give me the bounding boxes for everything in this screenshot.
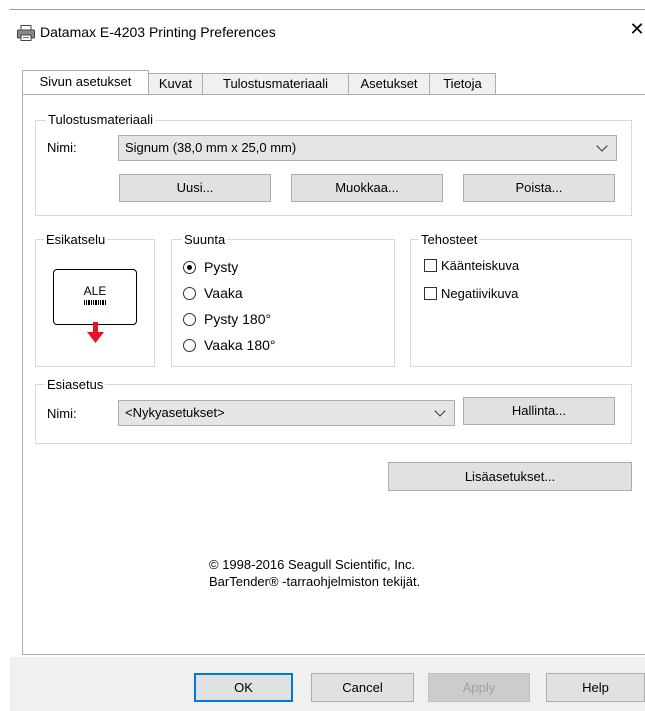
preset-name-select[interactable]: <Nykyasetukset> [118, 400, 455, 426]
apply-button[interactable]: Apply [428, 673, 530, 702]
effects-group-legend: Tehosteet [419, 232, 480, 247]
new-media-button[interactable]: Uusi... [119, 174, 271, 202]
chevron-down-icon [434, 405, 446, 417]
radio-vaaka-label[interactable]: Vaaka [204, 285, 243, 301]
barcode-icon [84, 300, 106, 305]
radio-vaaka[interactable] [183, 287, 196, 300]
down-arrow-icon [87, 322, 104, 343]
orientation-group-legend: Suunta [182, 232, 228, 247]
radio-pysty[interactable] [183, 261, 196, 274]
chevron-down-icon [596, 140, 608, 152]
checkbox-kaanteiskuva-label[interactable]: Käänteiskuva [441, 258, 519, 273]
manage-preset-button[interactable]: Hallinta... [463, 397, 615, 425]
preview-label-text: ALE [83, 284, 107, 298]
media-name-value: Signum (38,0 mm x 25,0 mm) [125, 140, 297, 155]
checkbox-kaanteiskuva[interactable] [424, 259, 437, 272]
help-button[interactable]: Help [546, 673, 645, 702]
radio-pysty-label[interactable]: Pysty [204, 259, 238, 275]
printer-icon [17, 25, 35, 41]
advanced-settings-button[interactable]: Lisäasetukset... [388, 462, 632, 491]
tab-tietoja[interactable]: Tietoja [429, 73, 496, 94]
edit-media-button[interactable]: Muokkaa... [291, 174, 443, 202]
radio-vaaka-180[interactable] [183, 339, 196, 352]
media-group-legend: Tulostusmateriaali [46, 112, 156, 127]
copyright-line: © 1998-2016 Seagull Scientific, Inc. [209, 557, 416, 572]
label-preview: ALE [53, 269, 137, 325]
preset-group-legend: Esiasetus [45, 377, 106, 392]
checkbox-negatiivikuva-label[interactable]: Negatiivikuva [441, 286, 518, 301]
radio-pysty-180-label[interactable]: Pysty 180° [204, 311, 271, 327]
radio-vaaka-180-label[interactable]: Vaaka 180° [204, 337, 276, 353]
tab-kuvat[interactable]: Kuvat [148, 73, 203, 94]
tab-tulostusmateriaali[interactable]: Tulostusmateriaali [202, 73, 349, 94]
tab-asetukset[interactable]: Asetukset [348, 73, 430, 94]
cancel-button[interactable]: Cancel [311, 673, 414, 702]
close-icon[interactable]: ✕ [629, 19, 645, 40]
media-name-label: Nimi: [47, 140, 77, 155]
preset-name-value: <Nykyasetukset> [125, 405, 225, 420]
radio-pysty-180[interactable] [183, 313, 196, 326]
preview-group-legend: Esikatselu [44, 232, 108, 247]
delete-media-button[interactable]: Poista... [463, 174, 615, 202]
window-title: Datamax E-4203 Printing Preferences [40, 24, 276, 40]
checkbox-negatiivikuva[interactable] [424, 287, 437, 300]
ok-button[interactable]: OK [194, 673, 293, 702]
bartender-credit-line: BarTender® -tarraohjelmiston tekijät. [209, 574, 421, 589]
media-name-select[interactable]: Signum (38,0 mm x 25,0 mm) [118, 135, 617, 161]
preset-name-label: Nimi: [47, 406, 77, 421]
tab-sivun-asetukset[interactable]: Sivun asetukset [22, 70, 149, 94]
